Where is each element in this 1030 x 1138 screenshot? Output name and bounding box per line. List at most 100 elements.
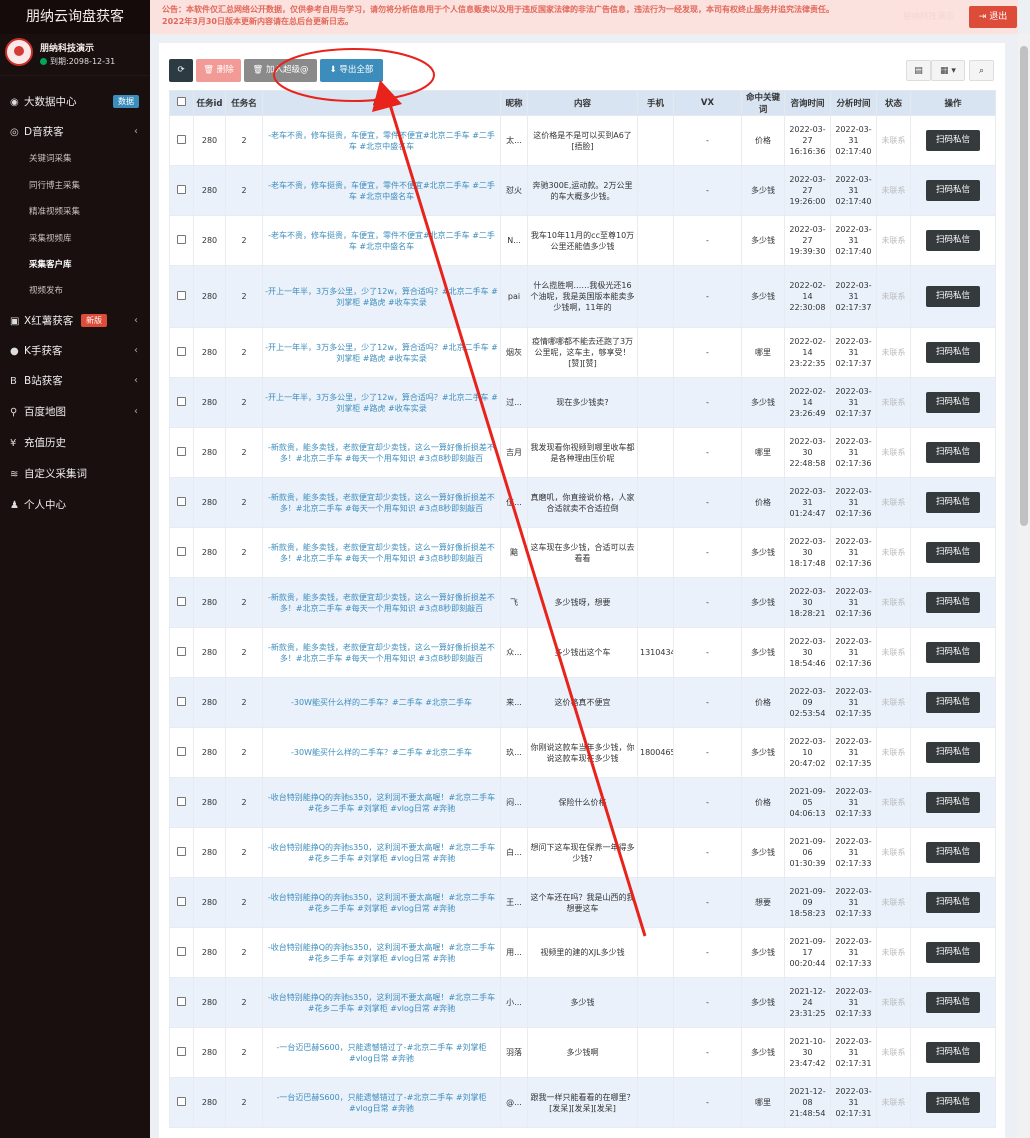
submenu-keyword-collect[interactable]: 关键词采集 bbox=[0, 149, 150, 169]
title-cell[interactable]: -老车不贵，修车挺贵，车便宜，零件不便宜#北京二手车 #二手车 #北京中盛名车 bbox=[262, 115, 501, 166]
header-task-id[interactable]: 任务id bbox=[193, 90, 226, 116]
row-select-cell[interactable] bbox=[169, 477, 194, 528]
row-checkbox[interactable] bbox=[177, 846, 186, 856]
table-row[interactable]: 280 2 -老车不贵，修车挺贵，车便宜，零件不便宜#北京二手车 #二手车 #北京中… bbox=[169, 215, 996, 266]
row-select-cell[interactable] bbox=[169, 877, 194, 928]
account-name[interactable]: 朋纳科技演示 bbox=[903, 10, 954, 22]
menu-custom-words[interactable]: ≋ 自定义采集词 bbox=[0, 463, 150, 485]
scan-dm-button[interactable]: 扫码私信 bbox=[926, 692, 980, 713]
header-vx[interactable]: VX bbox=[673, 90, 742, 116]
title-cell[interactable]: -新款贵，能多卖钱，老款便宜却少卖钱，这么一算好像折损差不多！#北京二手车 #每… bbox=[262, 577, 501, 628]
row-checkbox[interactable] bbox=[177, 446, 186, 456]
header-nickname[interactable]: 昵称 bbox=[500, 90, 528, 116]
title-cell[interactable]: -开上一年半，3万多公里，少了12w，算合适吗？#北京二手车 #刘掌柜 #路虎 … bbox=[262, 377, 501, 428]
table-row[interactable]: 280 2 -新款贵，能多卖钱，老款便宜却少卖钱，这么一算好像折损差不多！#北京二手… bbox=[169, 477, 996, 528]
logout-button[interactable]: ⇥ 退出 bbox=[969, 6, 1017, 28]
table-row[interactable]: 280 2 -新款贵，能多卖钱，老款便宜却少卖钱，这么一算好像折损差不多！#北京二手… bbox=[169, 577, 996, 628]
scan-dm-button[interactable]: 扫码私信 bbox=[926, 592, 980, 613]
scan-dm-button[interactable]: 扫码私信 bbox=[926, 1092, 980, 1113]
row-select-cell[interactable] bbox=[169, 627, 194, 678]
toggle-view-button[interactable]: ▤ bbox=[906, 60, 931, 81]
menu-bilibili[interactable]: B B站获客 ‹ bbox=[0, 370, 150, 392]
row-checkbox[interactable] bbox=[177, 596, 186, 606]
title-cell[interactable]: -新款贵，能多卖钱，老款便宜却少卖钱，这么一算好像折损差不多！#北京二手车 #每… bbox=[262, 627, 501, 678]
scan-dm-button[interactable]: 扫码私信 bbox=[926, 130, 980, 151]
scan-dm-button[interactable]: 扫码私信 bbox=[926, 842, 980, 863]
row-checkbox[interactable] bbox=[177, 184, 186, 194]
row-checkbox[interactable] bbox=[177, 746, 186, 756]
table-row[interactable]: 280 2 -30W能买什么样的二手车？#二手车 #北京二手车 玖... 你刚说这款车当… bbox=[169, 727, 996, 778]
header-content[interactable]: 内容 bbox=[527, 90, 638, 116]
table-row[interactable]: 280 2 -收台特别能挣Q的奔驰s350，这利润不要太高喔！#北京二手车 #花乡二… bbox=[169, 877, 996, 928]
row-checkbox[interactable] bbox=[177, 290, 186, 300]
row-select-cell[interactable] bbox=[169, 1077, 194, 1128]
table-row[interactable]: 280 2 -收台特别能挣Q的奔驰s350，这利润不要太高喔！#北京二手车 #花乡二… bbox=[169, 977, 996, 1028]
page-scrollbar[interactable] bbox=[1018, 34, 1030, 1138]
row-checkbox[interactable] bbox=[177, 896, 186, 906]
table-row[interactable]: 280 2 -收台特别能挣Q的奔驰s350，这利润不要太高喔！#北京二手车 #花乡二… bbox=[169, 927, 996, 978]
submenu-video-collect[interactable]: 精准视频采集 bbox=[0, 202, 150, 222]
title-cell[interactable]: -新款贵，能多卖钱，老款便宜却少卖钱，这么一算好像折损差不多！#北京二手车 #每… bbox=[262, 477, 501, 528]
row-checkbox[interactable] bbox=[177, 696, 186, 706]
row-checkbox[interactable] bbox=[177, 546, 186, 556]
scan-dm-button[interactable]: 扫码私信 bbox=[926, 492, 980, 513]
row-select-cell[interactable] bbox=[169, 327, 194, 378]
header-title[interactable]: 标题 bbox=[262, 90, 501, 116]
title-cell[interactable]: -30W能买什么样的二手车？#二手车 #北京二手车 bbox=[262, 677, 501, 728]
title-cell[interactable]: -一台迈巴赫S600，只能遗憾错过了-#北京二手车 #刘掌柜 #vlog日常 #… bbox=[262, 1027, 501, 1078]
scan-dm-button[interactable]: 扫码私信 bbox=[926, 742, 980, 763]
row-select-cell[interactable] bbox=[169, 777, 194, 828]
title-cell[interactable]: -收台特别能挣Q的奔驰s350，这利润不要太高喔！#北京二手车 #花乡二手车 #… bbox=[262, 877, 501, 928]
scan-dm-button[interactable]: 扫码私信 bbox=[926, 1042, 980, 1063]
submenu-video-publish[interactable]: 视频发布 bbox=[0, 281, 150, 301]
row-checkbox[interactable] bbox=[177, 396, 186, 406]
table-row[interactable]: 280 2 -开上一年半，3万多公里，少了12w，算合适吗？#北京二手车 #刘掌柜 … bbox=[169, 265, 996, 328]
title-cell[interactable]: -一台迈巴赫S600，只能遗憾错过了-#北京二手车 #刘掌柜 #vlog日常 #… bbox=[262, 1077, 501, 1128]
table-row[interactable]: 280 2 -新款贵，能多卖钱，老款便宜却少卖钱，这么一算好像折损差不多！#北京二手… bbox=[169, 427, 996, 478]
table-row[interactable]: 280 2 -新款贵，能多卖钱，老款便宜却少卖钱，这么一算好像折损差不多！#北京二手… bbox=[169, 627, 996, 678]
header-phone[interactable]: 手机 bbox=[637, 90, 674, 116]
row-select-cell[interactable] bbox=[169, 727, 194, 778]
row-select-cell[interactable] bbox=[169, 677, 194, 728]
scan-dm-button[interactable]: 扫码私信 bbox=[926, 342, 980, 363]
scan-dm-button[interactable]: 扫码私信 bbox=[926, 542, 980, 563]
row-select-cell[interactable] bbox=[169, 977, 194, 1028]
row-checkbox[interactable] bbox=[177, 234, 186, 244]
title-cell[interactable]: -老车不贵，修车挺贵，车便宜，零件不便宜#北京二手车 #二手车 #北京中盛名车 bbox=[262, 215, 501, 266]
table-row[interactable]: 280 2 -开上一年半，3万多公里，少了12w，算合适吗？#北京二手车 #刘掌柜 … bbox=[169, 327, 996, 378]
row-checkbox[interactable] bbox=[177, 996, 186, 1006]
scrollbar-thumb[interactable] bbox=[1020, 46, 1028, 526]
scan-dm-button[interactable]: 扫码私信 bbox=[926, 180, 980, 201]
scan-dm-button[interactable]: 扫码私信 bbox=[926, 392, 980, 413]
row-checkbox[interactable] bbox=[177, 1046, 186, 1056]
menu-douyin[interactable]: ◎ D音获客 ‹ bbox=[0, 121, 150, 143]
row-select-cell[interactable] bbox=[169, 827, 194, 878]
submenu-video-library[interactable]: 采集视频库 bbox=[0, 229, 150, 249]
header-task-name[interactable]: 任务名 bbox=[225, 90, 263, 116]
add-super-button[interactable]: 🗑︎ 加入超级@ bbox=[244, 59, 317, 82]
columns-dropdown-button[interactable]: ▦ ▾ bbox=[931, 60, 965, 81]
row-select-cell[interactable] bbox=[169, 115, 194, 166]
scan-dm-button[interactable]: 扫码私信 bbox=[926, 942, 980, 963]
refresh-button[interactable]: ⟳ bbox=[169, 59, 193, 82]
scan-dm-button[interactable]: 扫码私信 bbox=[926, 230, 980, 251]
table-row[interactable]: 280 2 -新款贵，能多卖钱，老款便宜却少卖钱，这么一算好像折损差不多！#北京二手… bbox=[169, 527, 996, 578]
title-cell[interactable]: -新款贵，能多卖钱，老款便宜却少卖钱，这么一算好像折损差不多！#北京二手车 #每… bbox=[262, 427, 501, 478]
title-cell[interactable]: -开上一年半，3万多公里，少了12w，算合适吗？#北京二手车 #刘掌柜 #路虎 … bbox=[262, 265, 501, 328]
menu-kuaishou[interactable]: ● K手获客 ‹ bbox=[0, 340, 150, 362]
submenu-customer-library[interactable]: 采集客户库 bbox=[0, 255, 150, 275]
row-select-cell[interactable] bbox=[169, 927, 194, 978]
title-cell[interactable]: -新款贵，能多卖钱，老款便宜却少卖钱，这么一算好像折损差不多！#北京二手车 #每… bbox=[262, 527, 501, 578]
search-toggle-button[interactable]: ⌕ bbox=[969, 60, 994, 81]
title-cell[interactable]: -30W能买什么样的二手车？#二手车 #北京二手车 bbox=[262, 727, 501, 778]
table-row[interactable]: 280 2 -老车不贵，修车挺贵，车便宜，零件不便宜#北京二手车 #二手车 #北京中… bbox=[169, 115, 996, 166]
header-analysis-time[interactable]: 分析时间 bbox=[830, 90, 877, 116]
row-select-cell[interactable] bbox=[169, 377, 194, 428]
row-checkbox[interactable] bbox=[177, 134, 186, 144]
row-select-cell[interactable] bbox=[169, 577, 194, 628]
scan-dm-button[interactable]: 扫码私信 bbox=[926, 442, 980, 463]
app-logo-title[interactable]: 朋纳云询盘获客 bbox=[0, 0, 150, 34]
table-row[interactable]: 280 2 -一台迈巴赫S600，只能遗憾错过了-#北京二手车 #刘掌柜 #vlog… bbox=[169, 1027, 996, 1078]
menu-xhs[interactable]: ▣ X红薯获客 新版 ‹ bbox=[0, 310, 150, 332]
header-ask-time[interactable]: 咨询时间 bbox=[784, 90, 831, 116]
